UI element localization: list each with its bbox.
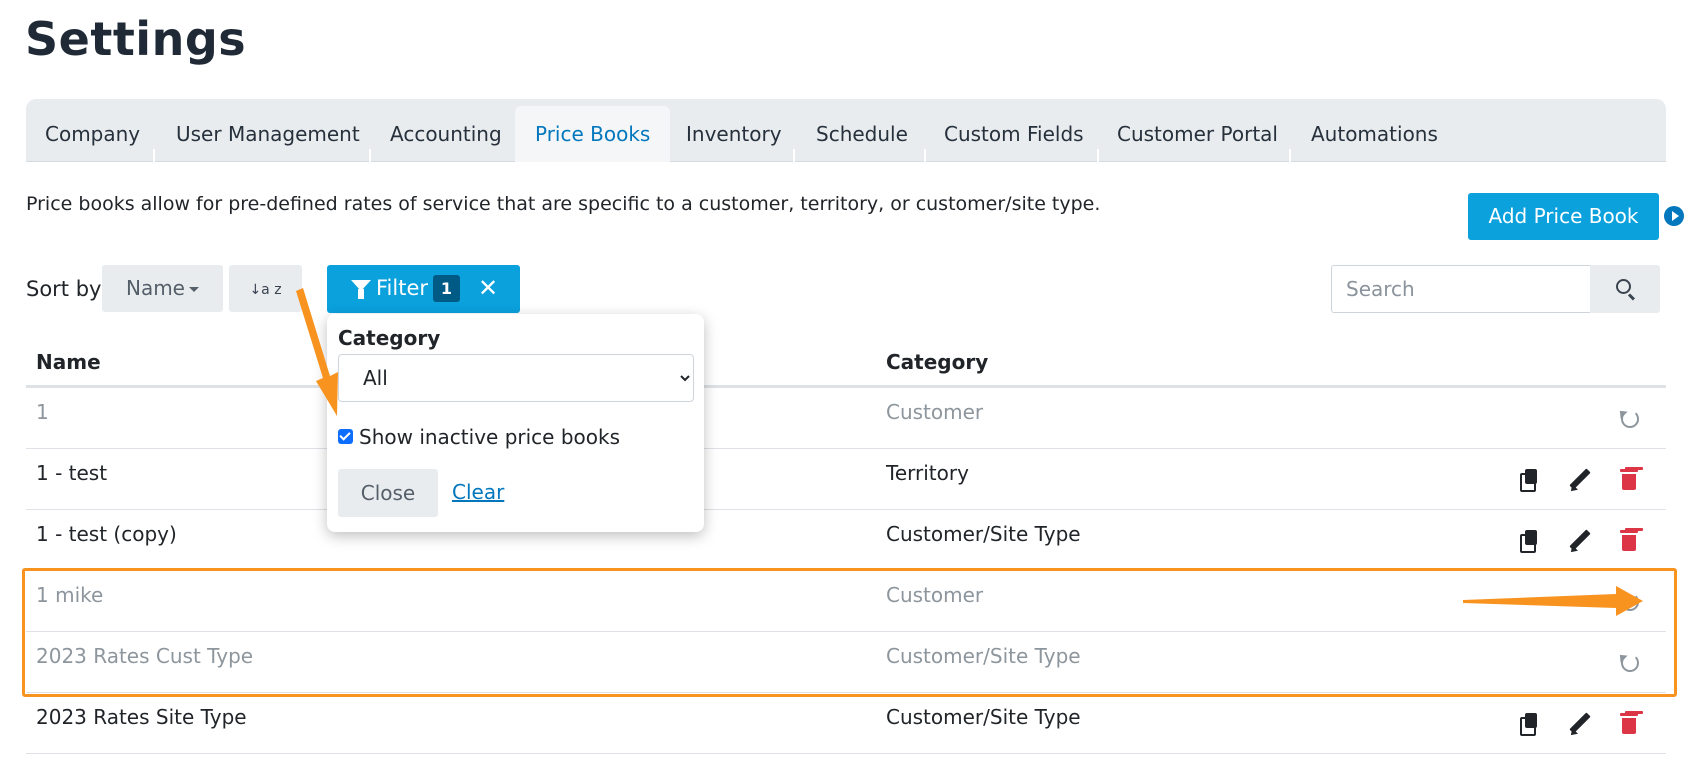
- row-name: 2023 Rates Site Type: [36, 705, 247, 729]
- row-name: 1 - test (copy): [36, 522, 177, 546]
- restore-button[interactable]: [1618, 589, 1642, 617]
- restore-button[interactable]: [1618, 406, 1642, 434]
- caret-down-icon: [189, 287, 199, 292]
- tab-schedule[interactable]: Schedule: [816, 106, 908, 162]
- row-category: Customer: [886, 400, 984, 424]
- tab-inventory[interactable]: Inventory: [686, 106, 782, 162]
- filter-count-badge: 1: [433, 275, 460, 302]
- tab-user-management[interactable]: User Management: [176, 106, 360, 162]
- row-name: 1: [36, 400, 49, 424]
- row-category: Customer/Site Type: [886, 705, 1081, 729]
- row-category: Territory: [886, 461, 969, 485]
- clear-link[interactable]: Clear: [452, 480, 504, 504]
- table-row[interactable]: 1 Customer: [26, 388, 1666, 449]
- tab-price-books[interactable]: Price Books: [515, 106, 671, 162]
- sort-alpha-icon: ↓a z: [249, 282, 282, 298]
- search-input[interactable]: [1331, 265, 1591, 313]
- column-header-name[interactable]: Name: [36, 350, 101, 374]
- trash-icon[interactable]: [1618, 467, 1642, 495]
- table-header: Name Category: [26, 338, 1666, 388]
- show-inactive-label[interactable]: Show inactive price books: [359, 425, 620, 449]
- clear-filter-icon[interactable]: ✕: [478, 274, 498, 302]
- tab-company[interactable]: Company: [45, 106, 140, 162]
- close-button[interactable]: Close: [338, 469, 438, 517]
- show-inactive-checkbox[interactable]: [338, 429, 353, 444]
- tab-custom-fields[interactable]: Custom Fields: [944, 106, 1084, 162]
- settings-tabs: Company User Management Accounting Price…: [26, 99, 1666, 162]
- tab-divider: [1097, 149, 1099, 162]
- filter-button[interactable]: Filter 1 ✕: [327, 265, 520, 313]
- page-description: Price books allow for pre-defined rates …: [26, 193, 1101, 215]
- play-circle-icon[interactable]: [1664, 206, 1684, 226]
- row-category: Customer/Site Type: [886, 522, 1081, 546]
- table-row[interactable]: 1 mike Customer: [26, 571, 1666, 632]
- table-row[interactable]: 2023 Rates Site Type Customer/Site Type: [26, 693, 1666, 754]
- tab-divider: [369, 149, 371, 162]
- row-category: Customer/Site Type: [886, 644, 1081, 668]
- trash-icon[interactable]: [1618, 528, 1642, 556]
- restore-button[interactable]: [1618, 650, 1642, 678]
- funnel-icon: [351, 280, 371, 299]
- sort-direction-button[interactable]: ↓a z: [229, 265, 302, 312]
- sort-field-value: Name: [125, 276, 185, 300]
- pencil-icon[interactable]: [1567, 528, 1591, 556]
- pencil-icon[interactable]: [1567, 467, 1591, 495]
- restore-icon: [1621, 593, 1639, 611]
- filter-label: Filter: [376, 276, 429, 300]
- table-row[interactable]: 1 - test (copy) Customer/Site Type: [26, 510, 1666, 571]
- restore-icon: [1621, 654, 1639, 672]
- tab-divider: [1289, 149, 1291, 162]
- trash-icon[interactable]: [1618, 711, 1642, 739]
- restore-icon: [1621, 410, 1639, 428]
- sort-field-dropdown[interactable]: Name: [102, 265, 223, 312]
- sort-label: Sort by: [26, 277, 102, 301]
- search-group: [1331, 265, 1660, 313]
- row-name: 1 mike: [36, 583, 104, 607]
- row-name: 1 - test: [36, 461, 108, 485]
- search-button[interactable]: [1590, 265, 1660, 313]
- table-row[interactable]: 2023 Rates Cust Type Customer/Site Type: [26, 632, 1666, 693]
- row-name: 2023 Rates Cust Type: [36, 644, 254, 668]
- tab-divider: [153, 149, 155, 162]
- pencil-icon[interactable]: [1567, 711, 1591, 739]
- filter-popover: Category All Show inactive price books C…: [327, 314, 704, 532]
- copy-icon[interactable]: [1516, 711, 1540, 739]
- tab-divider: [793, 149, 795, 162]
- add-price-book-button[interactable]: Add Price Book: [1468, 193, 1659, 240]
- category-select[interactable]: All: [338, 354, 694, 402]
- search-icon: [1616, 279, 1631, 294]
- page-title: Settings: [25, 12, 247, 66]
- copy-icon[interactable]: [1516, 528, 1540, 556]
- tab-accounting[interactable]: Accounting: [390, 106, 502, 162]
- category-filter-label: Category: [338, 326, 441, 350]
- table-row[interactable]: 1 - test Territory: [26, 449, 1666, 510]
- column-header-category[interactable]: Category: [886, 350, 988, 374]
- price-books-table: Name Category 1 Customer 1 - test Territ…: [26, 338, 1666, 754]
- tab-divider: [924, 149, 926, 162]
- tab-customer-portal[interactable]: Customer Portal: [1117, 106, 1278, 162]
- tab-automations[interactable]: Automations: [1311, 106, 1438, 162]
- row-category: Customer: [886, 583, 984, 607]
- copy-icon[interactable]: [1516, 467, 1540, 495]
